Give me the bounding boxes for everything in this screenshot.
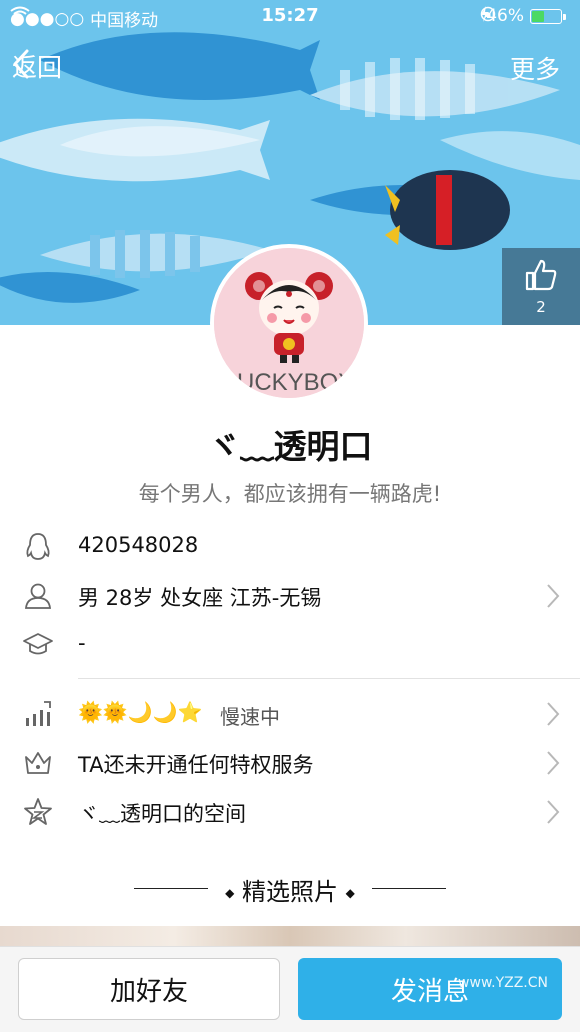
section-divider <box>78 678 580 679</box>
add-friend-button[interactable]: 加好友 <box>18 958 280 1020</box>
like-count: 2 <box>536 298 546 316</box>
diamond-icon: ◆ <box>345 886 355 900</box>
level-status: 慢速中 <box>220 705 280 729</box>
photos-title-label: 精选照片 <box>242 878 338 906</box>
privilege-text: TA还未开通任何特权服务 <box>78 753 314 777</box>
watermark: www.YZZ.CN <box>458 975 548 991</box>
penguin-icon <box>26 533 50 560</box>
bottom-action-bar: 加好友 发消息 www.YZZ.CN <box>0 946 580 1032</box>
chevron-left-icon <box>13 49 29 79</box>
level-badges: 🌞🌞🌙🌙⭐ <box>78 700 203 724</box>
graduation-cap-icon <box>23 633 53 655</box>
photos-section-title: ◆ 精选照片 ◆ <box>0 872 580 908</box>
status-bar: ●●●○○ 中国移动 15:27 46% <box>0 0 580 34</box>
star-icon <box>24 798 52 825</box>
qq-number-row: 420548028 <box>0 522 580 572</box>
avatar[interactable]: LUCKYBOY <box>210 244 368 402</box>
privilege-row[interactable]: TA还未开通任何特权服务 <box>0 738 580 788</box>
title-line-right <box>372 888 446 889</box>
level-row[interactable]: 🌞🌞🌙🌙⭐ 慢速中 <box>0 689 580 739</box>
photos-title-text: ◆ 精选照片 ◆ <box>0 872 580 907</box>
chevron-right-icon <box>547 800 560 824</box>
profile-signature: 每个男人，都应该拥有一辆路虎! <box>138 482 442 506</box>
chevron-right-icon <box>547 702 560 726</box>
person-icon <box>25 583 51 609</box>
thumbs-up-icon <box>525 259 557 291</box>
chevron-right-icon <box>547 584 560 608</box>
chevron-right-icon <box>547 751 560 775</box>
lucky-boy-avatar-image: LUCKYBOY <box>214 248 364 398</box>
qzone-row[interactable]: ヾ﹏透明口的空间 <box>0 787 580 837</box>
back-button[interactable]: 返回 <box>12 48 62 84</box>
profile-name: ヾ﹏透明口 <box>207 427 373 466</box>
qq-number: 420548028 <box>78 533 199 557</box>
profile-page: ●●●○○ 中国移动 15:27 46% 返回 更多 2 LUCKYBOY ヾ﹏… <box>0 0 580 1032</box>
school-text: - <box>78 631 86 655</box>
level-chart-icon <box>26 701 51 726</box>
like-button[interactable]: 2 <box>502 248 580 325</box>
more-button[interactable]: 更多 <box>510 50 560 86</box>
basic-info-row[interactable]: 男 28岁 处女座 江苏-无锡 <box>0 571 580 621</box>
school-row: - <box>0 620 580 670</box>
battery-icon <box>530 8 566 24</box>
diamond-icon: ◆ <box>225 886 235 900</box>
basic-info-text: 男 28岁 处女座 江苏-无锡 <box>78 586 322 610</box>
crown-icon <box>25 752 51 774</box>
nav-bar: 返回 更多 <box>0 38 580 94</box>
avatar-text: LUCKYBOY <box>224 369 355 396</box>
qzone-text: ヾ﹏透明口的空间 <box>78 802 246 826</box>
